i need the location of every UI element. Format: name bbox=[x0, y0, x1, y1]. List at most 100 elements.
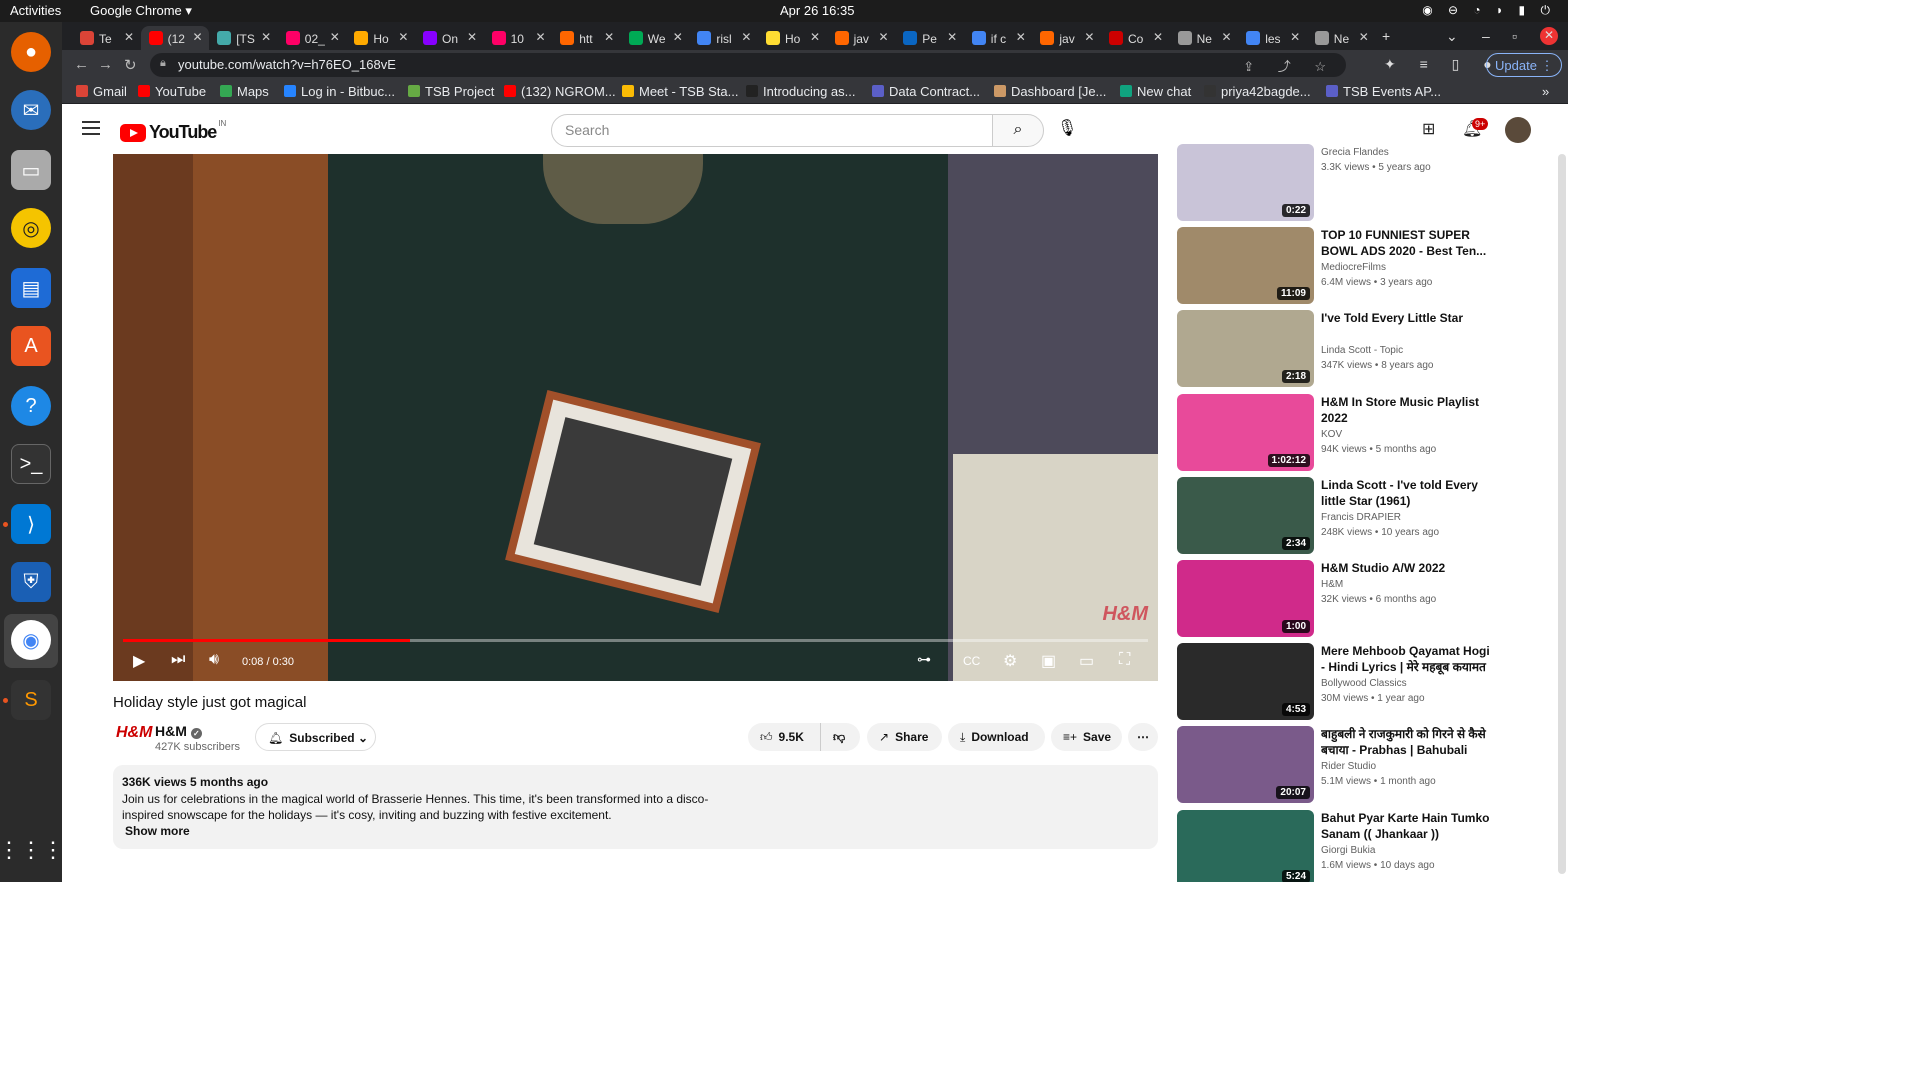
bookmark-item[interactable]: YouTube bbox=[138, 84, 206, 99]
bookmark-item[interactable]: TSB Events AP... bbox=[1326, 84, 1441, 99]
files-icon[interactable]: ▭ bbox=[11, 150, 51, 190]
tab-close-icon[interactable]: ✕ bbox=[1290, 30, 1300, 44]
bookmark-item[interactable]: Introducing as... bbox=[746, 84, 856, 99]
video-player[interactable]: H&M ▶ ⏭ 🔊︎ 0:08 / 0:30 ⊶ CC ⚙ ▣ ▭ ⛶ bbox=[113, 154, 1158, 681]
browser-tab[interactable]: Pe ✕ bbox=[895, 26, 963, 50]
recommended-video[interactable]: 4:53 Mere Mehboob Qayamat Hogi - Hindi Ly… bbox=[1177, 643, 1507, 721]
tab-close-icon[interactable]: ✕ bbox=[330, 30, 340, 44]
progress-bar[interactable] bbox=[123, 639, 1148, 642]
browser-tab[interactable]: Te ✕ bbox=[72, 26, 140, 50]
recommended-video[interactable]: 1:00 H&M Studio A/W 2022 H&M 32K views • 6 … bbox=[1177, 560, 1507, 638]
browser-tab[interactable]: (12 ✕ bbox=[140, 26, 209, 50]
recommended-title[interactable]: H&M In Store Music Playlist 2022 bbox=[1321, 394, 1491, 426]
browser-tab[interactable]: Ne ✕ bbox=[1170, 26, 1238, 50]
recommended-channel[interactable]: Linda Scott - Topic bbox=[1321, 345, 1403, 356]
recommended-channel[interactable]: H&M bbox=[1321, 579, 1343, 590]
chrome-icon[interactable]: ◉ bbox=[11, 620, 51, 660]
play-icon[interactable]: ▶ bbox=[133, 651, 145, 671]
recommended-video[interactable]: 11:09 TOP 10 FUNNIEST SUPER BOWL ADS 2020… bbox=[1177, 227, 1507, 305]
save-button[interactable]: ≡+ Save bbox=[1051, 723, 1122, 751]
video-thumbnail[interactable]: 11:09 bbox=[1177, 227, 1314, 305]
tab-close-icon[interactable]: ✕ bbox=[1222, 30, 1232, 44]
software-icon[interactable]: A bbox=[11, 326, 51, 366]
activities-button[interactable]: Activities bbox=[10, 3, 61, 18]
address-bar[interactable]: 🔒︎ youtube.com/watch?v=h76EO_168vE ⇪ ⤴ ☆ bbox=[150, 53, 1346, 77]
recommended-title[interactable]: Bahut Pyar Karte Hain Tumko Sanam (( Jha… bbox=[1321, 810, 1491, 842]
download-button[interactable]: ⤓ Download bbox=[948, 723, 1045, 751]
subscribed-button[interactable]: 🔔︎ Subscribed ⌄ bbox=[255, 723, 376, 751]
share-button[interactable]: ↗ Share bbox=[867, 723, 942, 751]
browser-tab[interactable]: jav ✕ bbox=[827, 26, 895, 50]
recommended-channel[interactable]: Grecia Flandes bbox=[1321, 147, 1389, 158]
channel-watermark[interactable]: H&M bbox=[1102, 603, 1148, 626]
omnibox-actions[interactable]: ⇪ ⤴ ☆ bbox=[1243, 56, 1336, 75]
recommended-video[interactable]: 1:02:12 H&M In Store Music Playlist 2022 K… bbox=[1177, 393, 1507, 472]
tab-close-icon[interactable]: ✕ bbox=[1359, 30, 1369, 44]
extension-icons[interactable]: ✦ ≡ ▯ ● bbox=[1384, 56, 1502, 73]
recommended-video[interactable]: 2:18 I've Told Every Little Star Linda Sco… bbox=[1177, 310, 1507, 388]
next-icon[interactable]: ⏭ bbox=[171, 651, 185, 669]
bookmark-item[interactable]: Maps bbox=[220, 84, 269, 99]
forward-icon[interactable]: → bbox=[98, 56, 113, 73]
browser-tab[interactable]: htt ✕ bbox=[552, 26, 620, 50]
dislike-button[interactable]: 👎︎ bbox=[820, 723, 860, 751]
recommended-title[interactable]: Linda Scott - I've told Every little Sta… bbox=[1321, 477, 1491, 509]
tab-close-icon[interactable]: ✕ bbox=[261, 30, 271, 44]
bookmark-item[interactable]: Log in - Bitbuc... bbox=[284, 84, 395, 99]
terminal-icon[interactable]: >_ bbox=[11, 444, 51, 484]
browser-tab[interactable]: risl ✕ bbox=[689, 26, 757, 50]
bookmark-item[interactable]: priya42bagde... bbox=[1204, 84, 1311, 99]
video-thumbnail[interactable]: 0:22 bbox=[1177, 144, 1314, 221]
recommended-title[interactable]: बाहुबली ने राजकुमारी को गिरने से कैसे बच… bbox=[1321, 726, 1491, 758]
show-more-link[interactable]: Show more bbox=[125, 824, 1149, 838]
recommended-channel[interactable]: Francis DRAPIER bbox=[1321, 512, 1401, 523]
browser-tab[interactable]: les ✕ bbox=[1238, 26, 1306, 50]
recommended-channel[interactable]: Bollywood Classics bbox=[1321, 678, 1407, 689]
firefox-icon[interactable]: ● bbox=[11, 32, 51, 72]
browser-tab[interactable]: Ne ✕ bbox=[1307, 26, 1375, 50]
recommended-channel[interactable]: KOV bbox=[1321, 429, 1342, 440]
video-thumbnail[interactable]: 2:18 bbox=[1177, 310, 1314, 388]
writer-icon[interactable]: ▤ bbox=[11, 268, 51, 308]
recommended-title[interactable]: I've Told Every Little Star bbox=[1321, 310, 1491, 326]
bookmark-item[interactable]: Gmail bbox=[76, 84, 127, 99]
bookmark-item[interactable]: New chat bbox=[1120, 84, 1191, 99]
bookmark-item[interactable]: Data Contract... bbox=[872, 84, 980, 99]
clock[interactable]: Apr 26 16:35 bbox=[780, 3, 854, 18]
recommended-channel[interactable]: MediocreFilms bbox=[1321, 262, 1386, 273]
tab-close-icon[interactable]: ✕ bbox=[1016, 30, 1026, 44]
thunderbird-icon[interactable]: ✉ bbox=[11, 90, 51, 130]
tab-close-icon[interactable]: ✕ bbox=[536, 30, 546, 44]
recommended-title[interactable]: H&M Studio A/W 2022 bbox=[1321, 560, 1491, 576]
tab-close-icon[interactable]: ✕ bbox=[1153, 30, 1163, 44]
minimize-icon[interactable]: – bbox=[1482, 28, 1490, 44]
video-thumbnail[interactable]: 5:24 bbox=[1177, 809, 1314, 882]
tab-close-icon[interactable]: ✕ bbox=[398, 30, 408, 44]
tab-close-icon[interactable]: ✕ bbox=[810, 30, 820, 44]
miniplayer-icon[interactable]: ▣ bbox=[1041, 651, 1056, 671]
reload-icon[interactable]: ↻ bbox=[124, 56, 137, 74]
tab-close-icon[interactable]: ✕ bbox=[124, 30, 134, 44]
bookmark-item[interactable]: Dashboard [Je... bbox=[994, 84, 1106, 99]
tab-close-icon[interactable]: ✕ bbox=[1084, 30, 1094, 44]
vscode-icon[interactable]: ⟩ bbox=[11, 504, 51, 544]
browser-tab[interactable]: 10 ✕ bbox=[484, 26, 552, 50]
youtube-logo[interactable]: YouTube IN bbox=[120, 119, 226, 143]
bookmark-item[interactable]: Meet - TSB Sta... bbox=[622, 84, 738, 99]
browser-tab[interactable]: Co ✕ bbox=[1101, 26, 1169, 50]
back-icon[interactable]: ← bbox=[74, 56, 89, 73]
browser-tab[interactable]: 02_ ✕ bbox=[278, 26, 346, 50]
bookmark-item[interactable]: TSB Project bbox=[408, 84, 494, 99]
video-thumbnail[interactable]: 1:00 bbox=[1177, 560, 1314, 637]
rhythmbox-icon[interactable]: ◎ bbox=[11, 208, 51, 248]
tab-close-icon[interactable]: ✕ bbox=[604, 30, 614, 44]
bookmark-item[interactable]: (132) NGROM... bbox=[504, 84, 616, 99]
autoplay-toggle[interactable]: ⊶ bbox=[917, 651, 931, 668]
more-bookmarks-icon[interactable]: » bbox=[1542, 84, 1549, 99]
browser-tab[interactable]: We ✕ bbox=[621, 26, 689, 50]
close-window-icon[interactable]: ✕ bbox=[1540, 27, 1558, 45]
settings-icon[interactable]: ⚙ bbox=[1003, 651, 1017, 671]
help-icon[interactable]: ? bbox=[11, 386, 51, 426]
recommended-video[interactable]: 20:07 बाहुबली ने राजकुमारी को गिरने से कै… bbox=[1177, 726, 1507, 804]
recommended-title[interactable]: Mere Mehboob Qayamat Hogi - Hindi Lyrics… bbox=[1321, 643, 1491, 675]
